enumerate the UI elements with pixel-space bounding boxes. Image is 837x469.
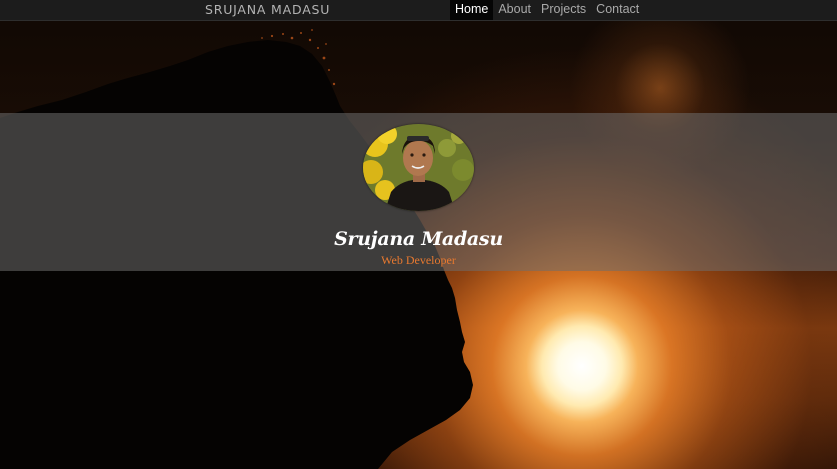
top-navbar: SRUJANA MADASU Home About Projects Conta…: [0, 0, 837, 21]
nav-item-contact[interactable]: Contact: [591, 0, 644, 20]
nav-item-projects[interactable]: Projects: [536, 0, 591, 20]
nav-links: Home About Projects Contact: [450, 0, 644, 20]
profile-role: Web Developer: [381, 253, 456, 267]
brand-logo[interactable]: SRUJANA MADASU: [205, 2, 330, 17]
nav-item-home[interactable]: Home: [450, 0, 494, 20]
profile-name: Srujana Madasu: [334, 228, 503, 250]
nav-item-about[interactable]: About: [493, 0, 536, 20]
profile-avatar: [363, 124, 474, 211]
